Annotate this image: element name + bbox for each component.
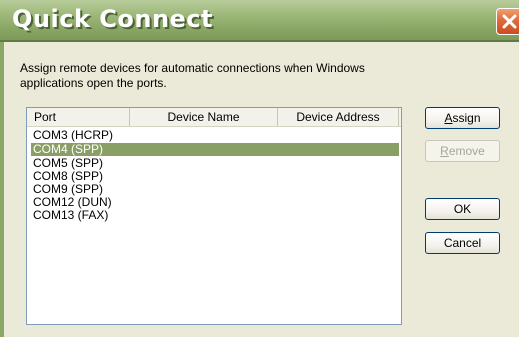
column-header-port[interactable]: Port: [27, 108, 130, 126]
list-item[interactable]: COM3 (HCRP): [31, 129, 399, 142]
remove-label: emove: [448, 144, 485, 158]
assign-button[interactable]: Assign: [425, 107, 500, 129]
list-item[interactable]: COM13 (FAX): [31, 209, 399, 222]
cancel-button[interactable]: Cancel: [425, 232, 500, 254]
port-label: COM4 (SPP): [33, 142, 104, 156]
list-header: Port Device Name Device Address: [27, 108, 401, 127]
window-border: [0, 42, 4, 337]
port-label: COM3 (HCRP): [33, 128, 113, 142]
ok-button[interactable]: OK: [425, 198, 500, 220]
assign-mnemonic: A: [444, 111, 453, 125]
assign-label: ssign: [452, 111, 481, 125]
port-label: COM5 (SPP): [33, 156, 104, 170]
list-item-selected[interactable]: COM4 (SPP): [31, 143, 399, 156]
port-label: COM9 (SPP): [33, 182, 104, 196]
quick-connect-dialog: Quick Connect Assign remote devices for …: [0, 0, 519, 337]
title-bar[interactable]: Quick Connect: [0, 0, 519, 42]
window-title: Quick Connect: [12, 5, 214, 33]
close-button[interactable]: [496, 8, 519, 35]
column-header-device-name[interactable]: Device Name: [130, 108, 278, 126]
remove-button[interactable]: Remove: [425, 140, 500, 162]
description-text: Assign remote devices for automatic conn…: [20, 61, 365, 90]
close-icon: [502, 14, 517, 29]
port-list[interactable]: Port Device Name Device Address COM3 (HC…: [26, 107, 402, 325]
port-label: COM12 (DUN): [33, 195, 112, 209]
remove-mnemonic: R: [440, 144, 449, 158]
port-label: COM13 (FAX): [33, 208, 109, 222]
column-header-device-address[interactable]: Device Address: [278, 108, 399, 126]
port-label: COM8 (SPP): [33, 169, 104, 183]
